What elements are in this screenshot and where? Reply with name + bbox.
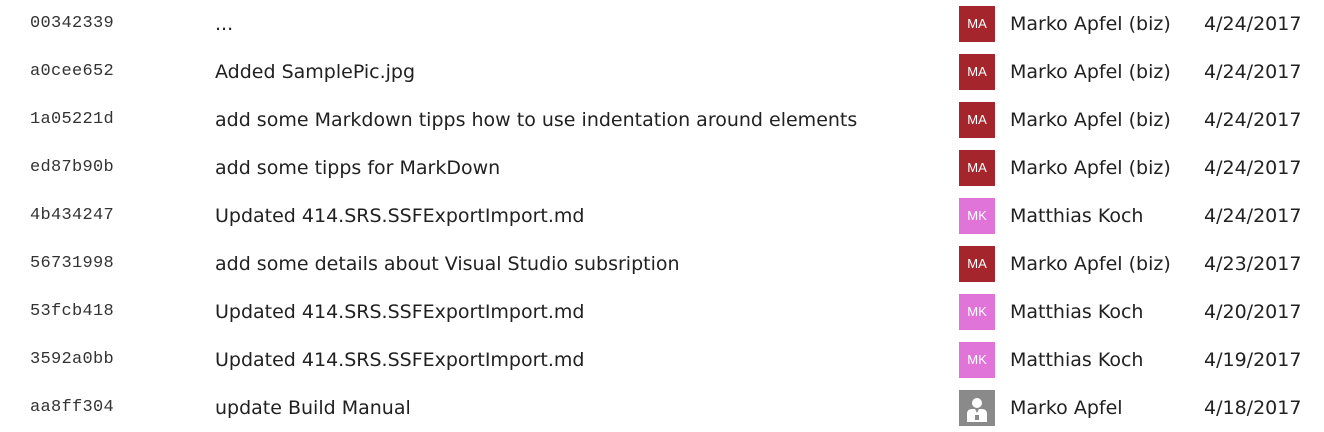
author-avatar: MA (959, 102, 995, 138)
commit-row[interactable]: a0cee652 Added SamplePic.jpg MA Marko Ap… (0, 48, 1324, 96)
author-avatar: MA (959, 54, 995, 90)
commit-id-link[interactable]: 3592a0bb (30, 336, 114, 384)
commit-row[interactable]: 4b434247 Updated 414.SRS.SSFExportImport… (0, 192, 1324, 240)
commit-date: 4/20/2017 (1204, 301, 1302, 323)
commit-row[interactable]: aa8ff304 update Build Manual Marko Apfel… (0, 384, 1324, 432)
commit-message[interactable]: add some details about Visual Studio sub… (215, 240, 680, 288)
commit-date: 4/24/2017 (1204, 109, 1302, 131)
commit-row[interactable]: 1a05221d add some Markdown tipps how to … (0, 96, 1324, 144)
author-name: Marko Apfel (biz) (1010, 253, 1171, 275)
commit-message[interactable]: add some Markdown tipps how to use inden… (215, 96, 857, 144)
commit-row[interactable]: ed87b90b add some tipps for MarkDown MA … (0, 144, 1324, 192)
commit-message[interactable]: Updated 414.SRS.SSFExportImport.md (215, 192, 585, 240)
commit-date: 4/24/2017 (1204, 157, 1302, 179)
author-avatar: MK (959, 198, 995, 234)
author-avatar: MA (959, 150, 995, 186)
commit-id-link[interactable]: 1a05221d (30, 96, 114, 144)
author-name: Marko Apfel (biz) (1010, 13, 1171, 35)
commit-row[interactable]: 00342339 ... MA Marko Apfel (biz) 4/24/2… (0, 0, 1324, 48)
person-placeholder-icon (959, 390, 995, 426)
commit-date: 4/19/2017 (1204, 349, 1302, 371)
author-avatar: MK (959, 342, 995, 378)
commit-message[interactable]: add some tipps for MarkDown (215, 144, 500, 192)
commit-id-link[interactable]: aa8ff304 (30, 384, 114, 432)
author-name: Marko Apfel (biz) (1010, 157, 1171, 179)
author-name: Matthias Koch (1010, 301, 1144, 323)
commit-id-link[interactable]: 53fcb418 (30, 288, 114, 336)
author-name: Marko Apfel (1010, 397, 1123, 419)
commit-history-list: 00342339 ... MA Marko Apfel (biz) 4/24/2… (0, 0, 1324, 432)
author-name: Marko Apfel (biz) (1010, 61, 1171, 83)
commit-message[interactable]: update Build Manual (215, 384, 411, 432)
commit-date: 4/24/2017 (1204, 61, 1302, 83)
commit-row[interactable]: 53fcb418 Updated 414.SRS.SSFExportImport… (0, 288, 1324, 336)
commit-date: 4/24/2017 (1204, 205, 1302, 227)
commit-id-link[interactable]: ed87b90b (30, 144, 114, 192)
commit-message[interactable]: Updated 414.SRS.SSFExportImport.md (215, 336, 585, 384)
commit-row[interactable]: 3592a0bb Updated 414.SRS.SSFExportImport… (0, 336, 1324, 384)
author-name: Matthias Koch (1010, 205, 1144, 227)
commit-id-link[interactable]: 4b434247 (30, 192, 114, 240)
commit-message[interactable]: Added SamplePic.jpg (215, 48, 415, 96)
author-avatar: MA (959, 246, 995, 282)
commit-row[interactable]: 56731998 add some details about Visual S… (0, 240, 1324, 288)
commit-message[interactable]: Updated 414.SRS.SSFExportImport.md (215, 288, 585, 336)
commit-date: 4/24/2017 (1204, 13, 1302, 35)
author-avatar: MA (959, 6, 995, 42)
commit-id-link[interactable]: 00342339 (30, 0, 114, 48)
commit-message[interactable]: ... (215, 0, 233, 48)
commit-date: 4/18/2017 (1204, 397, 1302, 419)
commit-date: 4/23/2017 (1204, 253, 1302, 275)
author-name: Matthias Koch (1010, 349, 1144, 371)
commit-id-link[interactable]: 56731998 (30, 240, 114, 288)
author-avatar: MK (959, 294, 995, 330)
commit-id-link[interactable]: a0cee652 (30, 48, 114, 96)
author-name: Marko Apfel (biz) (1010, 109, 1171, 131)
